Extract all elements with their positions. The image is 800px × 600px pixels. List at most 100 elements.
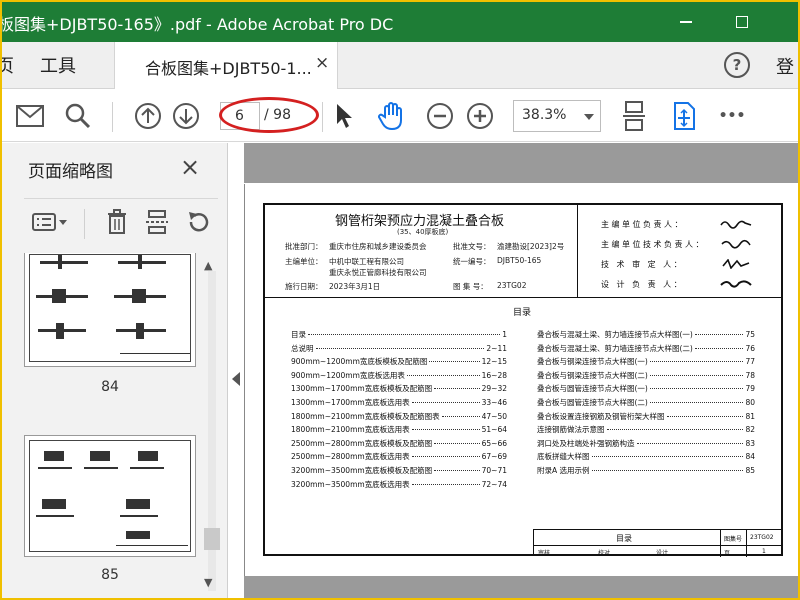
scroll-down-icon[interactable]: ▼ xyxy=(204,576,212,589)
toc-entry: 底板拼缝大样图 84 xyxy=(537,451,755,462)
title-block-atlas: 23TG02 xyxy=(750,534,774,541)
page-down-icon[interactable] xyxy=(168,98,204,134)
title-bar: 板图集+DJBT50-165》.pdf - Adobe Acrobat Pro … xyxy=(2,2,798,42)
collapse-panel-icon[interactable] xyxy=(232,372,240,386)
thumbnail-line xyxy=(84,467,118,469)
thumbnail-line xyxy=(120,515,158,517)
hand-tool-icon[interactable] xyxy=(374,98,410,134)
delete-icon[interactable] xyxy=(102,207,132,237)
maximize-button[interactable] xyxy=(714,2,770,42)
zoom-select[interactable]: 38.3% xyxy=(513,100,601,132)
toc-entry: 1300mm~1700mm宽底板选用表 33~46 xyxy=(291,397,507,408)
scroll-mode-icon[interactable] xyxy=(666,98,702,134)
thumbnail-scrollbar[interactable] xyxy=(204,253,220,598)
options-icon[interactable] xyxy=(30,207,70,237)
header-divider xyxy=(577,205,578,297)
toc-leader xyxy=(406,374,480,376)
toc-leader xyxy=(591,470,744,471)
toc-entry-title: 叠合板与混凝土梁、剪力墙连接节点大样图(二) xyxy=(537,343,693,353)
toc-leader xyxy=(411,429,480,431)
meta-label: 统一编号： xyxy=(453,257,491,266)
zoom-out-icon[interactable] xyxy=(422,98,458,134)
zoom-in-icon[interactable] xyxy=(462,98,498,134)
panel-divider xyxy=(84,209,85,239)
toc-entry-title: 1300mm~1700mm宽底板模板及配筋图 xyxy=(291,384,433,394)
toc-entry: 1800mm~2100mm宽底板选用表 51~64 xyxy=(291,424,507,435)
select-cursor-icon[interactable] xyxy=(326,98,362,134)
fit-page-icon[interactable] xyxy=(616,98,652,134)
toc-entry-title: 1300mm~1700mm宽底板选用表 xyxy=(291,398,410,407)
document-subtitle: (35、40厚板底) xyxy=(397,228,449,236)
toc-entry: 连接钢筋做法示意图 82 xyxy=(537,424,755,435)
toc-leader xyxy=(308,334,501,335)
rotate-icon[interactable] xyxy=(184,207,214,237)
toc-entry-title: 900mm~1200mm宽底板选用表 xyxy=(291,370,405,380)
scrollbar-thumb[interactable] xyxy=(204,528,220,550)
title-block-line xyxy=(720,530,721,557)
toc-entry-title: 叠合板与圆管连接节点大样图(二) xyxy=(537,398,648,407)
toc-leader xyxy=(411,456,480,458)
toc-entry-page: 75 xyxy=(745,330,755,339)
toc-entry: 1800mm~2100mm宽底板模板及配筋图表 47~50 xyxy=(291,411,507,422)
thumbnail-line xyxy=(40,261,88,264)
menu-tools[interactable]: 工具 xyxy=(40,52,76,78)
toc-entry-page: 79 xyxy=(745,384,755,394)
toc-entry-page: 47~50 xyxy=(481,411,507,421)
search-icon[interactable] xyxy=(60,98,96,134)
meta-label: 施行日期： xyxy=(285,282,323,291)
page-thumbnail[interactable] xyxy=(24,435,196,557)
title-block-page: 1 xyxy=(762,548,766,555)
toc-leader xyxy=(315,347,485,349)
toc-entry-title: 叠合板与混凝土梁、剪力墙连接节点大样图(一) xyxy=(537,330,693,339)
annotation-circle xyxy=(219,97,319,133)
toc-entry: 叠合板与圆管连接节点大样图(一) 79 xyxy=(537,383,755,394)
toc-entry: 叠合板与钢梁连接节点大样图(二) 78 xyxy=(537,370,755,381)
toolbar: 6 / 98 38.3% ••• xyxy=(2,90,798,142)
toc-leader xyxy=(606,429,744,431)
toc-entry: 900mm~1200mm宽底板模板及配筋图 12~15 xyxy=(291,356,507,367)
menu-home[interactable]: 页 xyxy=(2,52,14,78)
toc-entry-title: 目录 xyxy=(291,330,306,339)
extract-icon[interactable] xyxy=(142,207,172,237)
tab-close-icon[interactable]: × xyxy=(315,53,329,73)
thumbnail-block xyxy=(132,289,146,303)
thumbnail-line xyxy=(38,467,72,469)
scroll-up-icon[interactable]: ▲ xyxy=(204,259,212,272)
thumbnail-panel: 页面缩略图 × 84 85 ▲ ▼ xyxy=(2,143,228,598)
thumbnail-block xyxy=(90,451,110,461)
toc-heading: 目录 xyxy=(513,308,532,318)
toc-leader xyxy=(666,415,744,417)
meta-value: 重庆市住房和城乡建设委员会 xyxy=(329,242,427,251)
toc-entry-title: 900mm~1200mm宽底板模板及配筋图 xyxy=(291,357,428,367)
responsibility-row: 主编单位技术负责人： xyxy=(601,240,706,249)
thumbnail-block xyxy=(136,323,144,339)
thumbnail-line xyxy=(130,467,164,469)
toc-entry-page: 67~69 xyxy=(481,452,507,462)
thumbnail-line xyxy=(118,261,166,264)
toolbar-divider xyxy=(112,102,113,132)
panel-close-icon[interactable]: × xyxy=(180,153,200,181)
title-block-cell: 设计 xyxy=(656,550,669,557)
page-up-icon[interactable] xyxy=(130,98,166,134)
page-thumbnail[interactable] xyxy=(24,253,196,367)
toc-entry: 总说明 2~11 xyxy=(291,343,507,354)
toc-entry-title: 叠合板与钢梁连接节点大样图(二) xyxy=(537,370,648,380)
sign-in-link[interactable]: 登 xyxy=(776,53,794,79)
minimize-button[interactable] xyxy=(658,2,714,42)
document-tab[interactable]: 合板图集+DJBT50-1... × xyxy=(114,42,338,89)
toc-leader xyxy=(649,402,744,403)
help-icon[interactable]: ? xyxy=(724,52,750,78)
signature-image xyxy=(720,280,752,288)
toc-entry-title: 叠合板设置连接钢筋及钢管桁架大样图 xyxy=(537,411,665,421)
toc-entry-page: 81 xyxy=(745,411,755,421)
thumbnail-line xyxy=(36,515,74,517)
toc-entry-title: 叠合板与钢梁连接节点大样图(一) xyxy=(537,357,648,367)
title-block-cell: 审核 xyxy=(538,550,551,557)
toc-entry-page: 70~71 xyxy=(481,466,507,475)
meta-value: 渝建勘设[2023]2号 xyxy=(497,242,565,251)
mail-icon[interactable] xyxy=(12,98,48,134)
thumbnail-block xyxy=(42,499,66,509)
meta-value: 中机中联工程有限公司 xyxy=(329,257,404,266)
toc-entry: 3200mm~3500mm宽底板模板及配筋图 70~71 xyxy=(291,465,507,476)
more-icon[interactable]: ••• xyxy=(714,98,750,134)
